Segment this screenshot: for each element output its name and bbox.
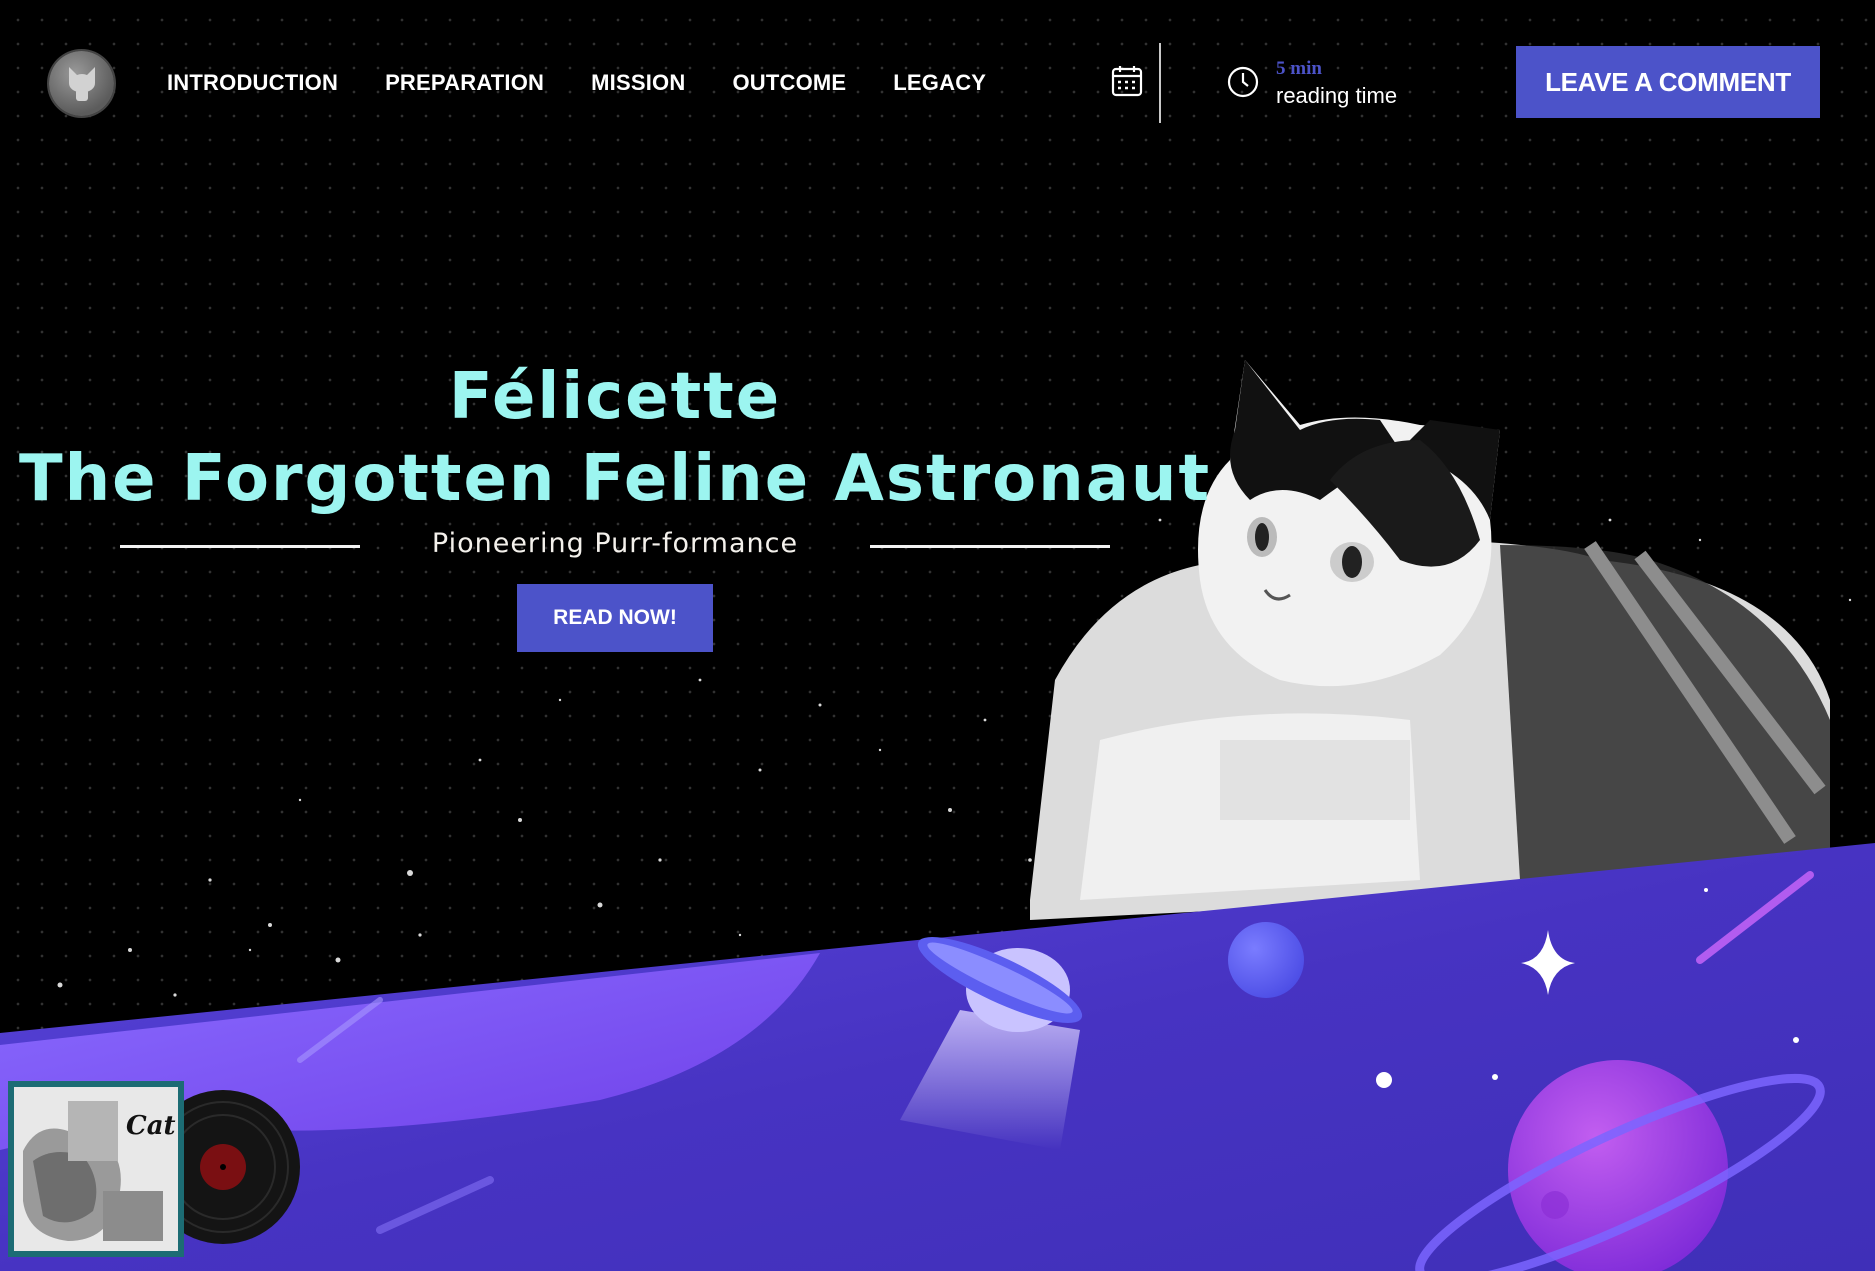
main-menu: INTRODUCTION PREPARATION MISSION OUTCOME… (167, 70, 1033, 96)
music-player[interactable]: Cat (8, 1081, 300, 1257)
menu-item-mission[interactable]: MISSION (591, 70, 685, 96)
hero-subtitle: Pioneering Purr-formance (431, 528, 799, 559)
leave-comment-button[interactable]: LEAVE A COMMENT (1516, 46, 1820, 118)
hero-title-line1: Félicette (448, 360, 782, 434)
menu-item-introduction[interactable]: INTRODUCTION (167, 70, 338, 96)
read-now-button[interactable]: READ NOW! (517, 584, 713, 652)
menu-item-outcome[interactable]: OUTCOME (732, 70, 846, 96)
small-moon (1228, 922, 1304, 998)
hero-title: Félicette The Forgotten Feline Astronaut (0, 365, 1230, 511)
album-cover-text: Cat (126, 1111, 176, 1141)
calendar-icon[interactable] (1110, 64, 1144, 103)
clock-icon (1227, 66, 1259, 103)
nav-divider (1159, 43, 1161, 123)
top-navigation: INTRODUCTION PREPARATION MISSION OUTCOME… (0, 0, 1875, 165)
menu-item-preparation[interactable]: PREPARATION (385, 70, 544, 96)
reading-time-label: reading time (1276, 83, 1398, 108)
hero-title-line2: The Forgotten Feline Astronaut (18, 442, 1212, 516)
cat-logo-icon[interactable] (49, 51, 114, 116)
menu-item-legacy[interactable]: LEGACY (893, 70, 986, 96)
reading-minutes: 5 min (1276, 58, 1322, 79)
